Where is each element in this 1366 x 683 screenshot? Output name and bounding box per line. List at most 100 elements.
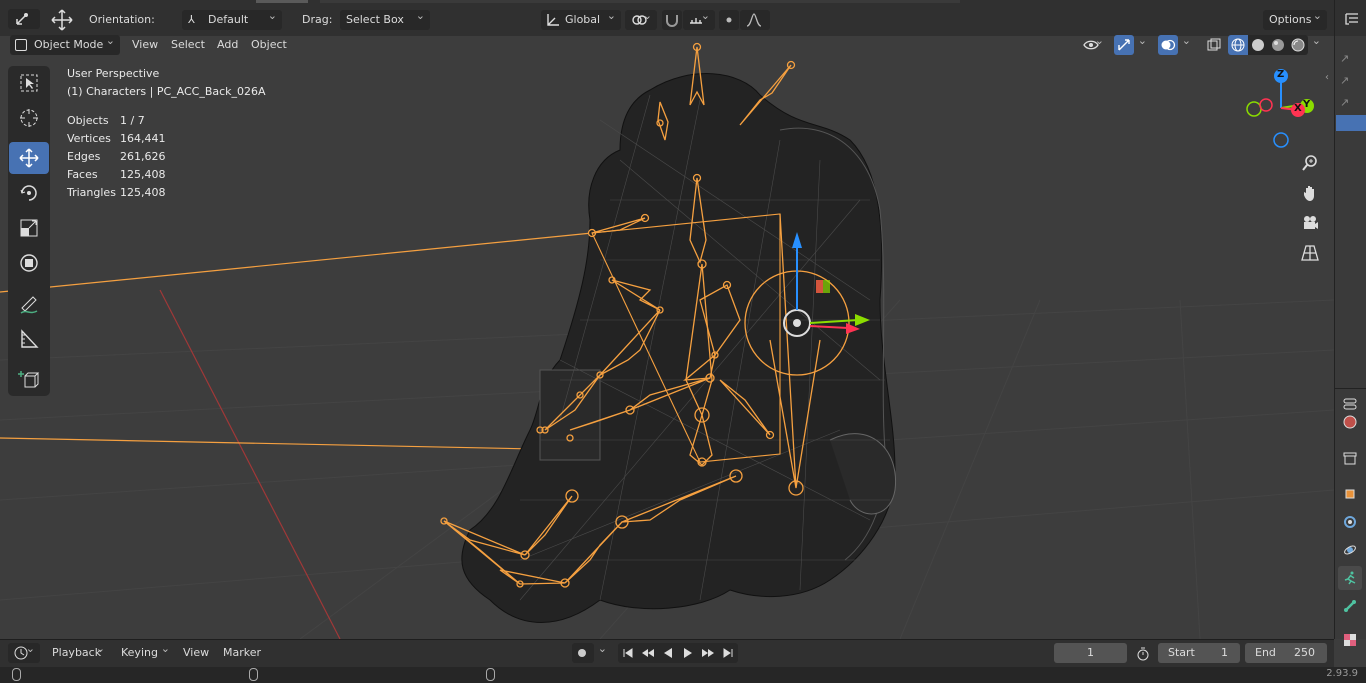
gizmo-dropdown[interactable] bbox=[1134, 31, 1152, 55]
next-keyframe-button[interactable] bbox=[698, 643, 718, 663]
overlays-toggle[interactable] bbox=[1158, 35, 1178, 55]
stat-value: 261,626 bbox=[120, 150, 166, 163]
menu-add[interactable]: Add bbox=[211, 35, 244, 55]
menu-view[interactable]: View bbox=[126, 35, 164, 55]
outliner-row-icon[interactable]: ↗ bbox=[1340, 52, 1349, 65]
rendered-shading-button[interactable] bbox=[1288, 35, 1308, 55]
view-name: User Perspective bbox=[67, 67, 160, 80]
stat-value: 1 / 7 bbox=[120, 114, 145, 127]
mouse-right-icon bbox=[486, 668, 495, 681]
play-button[interactable] bbox=[678, 643, 698, 663]
3d-viewport[interactable] bbox=[0, 36, 1334, 639]
checker-texture-icon bbox=[1344, 634, 1356, 646]
grid-perspective-icon bbox=[1301, 245, 1319, 261]
shading-dropdown[interactable] bbox=[1308, 31, 1326, 55]
record-dot-icon bbox=[578, 649, 586, 657]
sidebar-toggle-chevron-icon[interactable]: ‹ bbox=[1325, 72, 1333, 86]
snap-toggle[interactable] bbox=[662, 10, 682, 30]
zoom-tool[interactable] bbox=[1297, 150, 1323, 176]
pivot-point-dropdown[interactable] bbox=[625, 6, 657, 30]
selection-line-top bbox=[0, 232, 593, 293]
next-keyframe-icon bbox=[702, 649, 714, 657]
editor-type-button[interactable] bbox=[8, 9, 40, 29]
tool-annotate[interactable] bbox=[9, 288, 49, 320]
transform-orientation-dropdown[interactable]: Global bbox=[541, 6, 621, 30]
current-frame-field[interactable]: 1 bbox=[1054, 643, 1127, 663]
tool-rotate[interactable] bbox=[9, 177, 49, 209]
add-cube-icon bbox=[18, 371, 40, 388]
world-properties-tab[interactable] bbox=[1338, 410, 1362, 434]
outliner-row-icon[interactable]: ↗ bbox=[1340, 96, 1349, 109]
outliner-selected-row[interactable] bbox=[1336, 115, 1366, 131]
menu-object[interactable]: Object bbox=[245, 35, 293, 55]
play-reverse-button[interactable] bbox=[658, 643, 678, 663]
orientation-axis-icon: ⅄ bbox=[188, 13, 195, 26]
drag-dropdown[interactable]: Select Box bbox=[340, 6, 430, 30]
menu-keying[interactable]: Keying bbox=[115, 639, 175, 663]
camera-icon bbox=[1304, 216, 1318, 229]
navigation-gizmo[interactable]: Z Y X bbox=[1240, 66, 1324, 150]
drag-label: Drag: bbox=[302, 13, 333, 26]
tool-scale[interactable] bbox=[9, 212, 49, 244]
start-frame-field[interactable]: Start 1 bbox=[1158, 643, 1240, 663]
move-tool-icon[interactable] bbox=[50, 8, 74, 32]
stat-value: 125,408 bbox=[120, 186, 166, 199]
perspective-toggle-tool[interactable] bbox=[1297, 240, 1323, 266]
keying-set-dropdown[interactable] bbox=[594, 639, 612, 663]
bone-properties-tab[interactable] bbox=[1338, 594, 1362, 618]
timeline-editor-type-button[interactable] bbox=[8, 639, 40, 663]
pivot-point-icon bbox=[632, 15, 647, 25]
tool-select-box[interactable] bbox=[9, 67, 49, 99]
wireframe-shading-button[interactable] bbox=[1228, 35, 1248, 55]
camera-view-tool[interactable] bbox=[1297, 210, 1323, 236]
jump-end-button[interactable] bbox=[718, 643, 738, 663]
pan-tool[interactable] bbox=[1297, 180, 1323, 206]
tool-cursor[interactable] bbox=[9, 102, 49, 134]
physics-properties-tab[interactable] bbox=[1338, 538, 1362, 562]
menu-timeline-view[interactable]: View bbox=[177, 643, 215, 663]
outliner-filter-icon[interactable] bbox=[1343, 10, 1361, 28]
object-properties-tab[interactable] bbox=[1338, 482, 1362, 506]
texture-properties-tab[interactable] bbox=[1338, 628, 1362, 652]
tool-add-cube[interactable] bbox=[9, 363, 49, 395]
proportional-dot-icon bbox=[726, 17, 732, 23]
jump-start-button[interactable] bbox=[618, 643, 638, 663]
overlays-dropdown[interactable] bbox=[1178, 31, 1196, 55]
collection-properties-tab[interactable] bbox=[1338, 446, 1362, 470]
snap-increment-icon bbox=[690, 18, 702, 24]
solid-shading-button[interactable] bbox=[1248, 35, 1268, 55]
drag-value: Select Box bbox=[346, 13, 404, 26]
start-frame-label: Start bbox=[1168, 646, 1195, 659]
playback-controls bbox=[618, 643, 738, 663]
proportional-editing-toggle[interactable] bbox=[719, 10, 739, 30]
mouse-middle-icon bbox=[249, 668, 258, 681]
tool-transform[interactable] bbox=[9, 247, 49, 279]
stat-label: Triangles bbox=[67, 186, 116, 199]
mode-dropdown[interactable]: Object Mode bbox=[10, 31, 120, 55]
mesh-wireframe bbox=[461, 73, 897, 623]
menu-marker[interactable]: Marker bbox=[217, 643, 267, 663]
end-frame-label: End bbox=[1255, 646, 1276, 659]
snap-target-dropdown[interactable] bbox=[683, 6, 715, 30]
stat-label: Objects bbox=[67, 114, 109, 127]
proportional-falloff-dropdown[interactable] bbox=[740, 10, 770, 30]
modifier-properties-tab[interactable] bbox=[1338, 510, 1362, 534]
tool-move[interactable] bbox=[9, 142, 49, 174]
options-dropdown[interactable]: Options bbox=[1263, 6, 1327, 30]
object-data-armature-tab[interactable] bbox=[1338, 566, 1362, 590]
orientation-dropdown[interactable]: ⅄ Default bbox=[182, 6, 282, 30]
prev-keyframe-button[interactable] bbox=[638, 643, 658, 663]
menu-select[interactable]: Select bbox=[165, 35, 211, 55]
magnet-icon bbox=[666, 15, 678, 27]
material-shading-button[interactable] bbox=[1268, 35, 1288, 55]
annotate-pencil-icon bbox=[20, 296, 38, 314]
auto-keying-toggle[interactable] bbox=[572, 643, 594, 663]
menu-playback[interactable]: Playback bbox=[46, 639, 110, 663]
visibility-dropdown[interactable] bbox=[1077, 31, 1109, 55]
outliner-row-icon[interactable]: ↗ bbox=[1340, 74, 1349, 87]
tool-measure[interactable] bbox=[9, 323, 49, 355]
gizmo-toggle[interactable] bbox=[1114, 35, 1134, 55]
end-frame-field[interactable]: End 250 bbox=[1245, 643, 1327, 663]
xray-toggle[interactable] bbox=[1203, 35, 1225, 55]
preview-range-toggle[interactable] bbox=[1134, 645, 1152, 663]
